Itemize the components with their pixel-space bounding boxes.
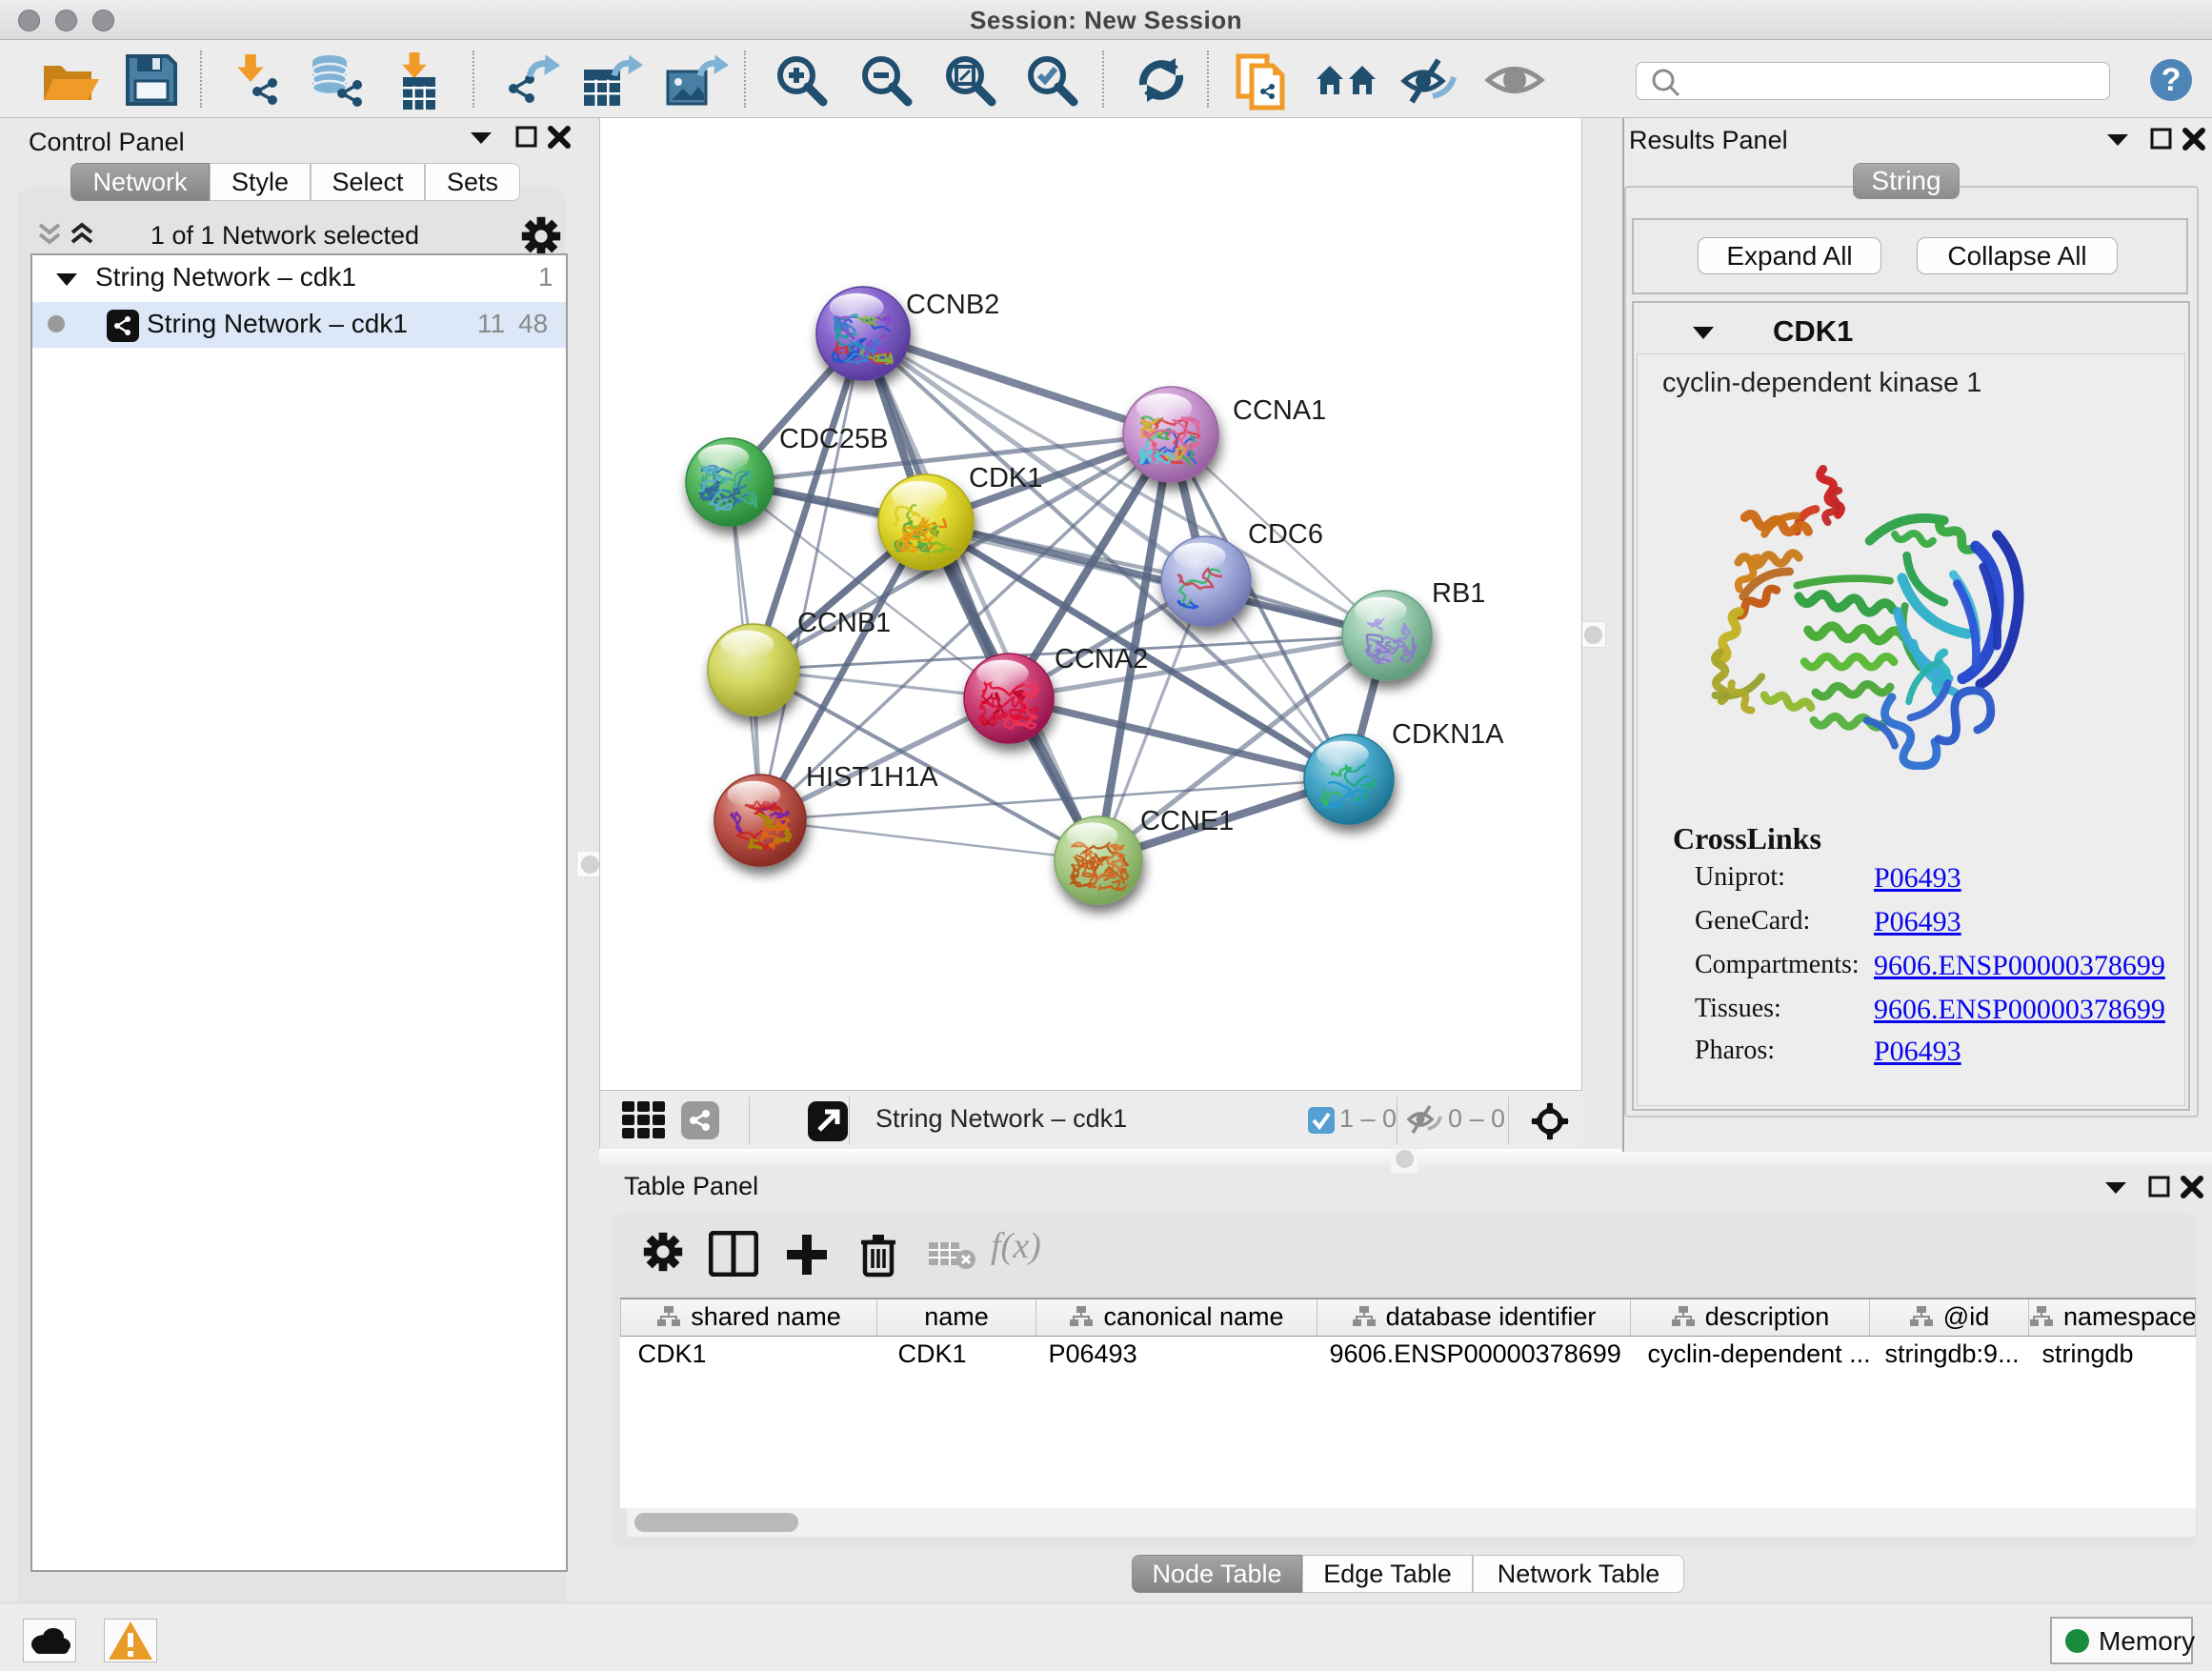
svg-text:CDK1: CDK1 [969,463,1042,493]
svg-text:RB1: RB1 [1432,578,1485,609]
svg-text:CCNA2: CCNA2 [1055,644,1148,674]
svg-text:CCNE1: CCNE1 [1140,806,1234,836]
svg-text:CDC6: CDC6 [1248,519,1323,550]
svg-text:CCNB2: CCNB2 [906,290,999,320]
svg-text:CCNB1: CCNB1 [797,608,891,638]
svg-text:CCNA1: CCNA1 [1233,395,1326,426]
svg-text:HIST1H1A: HIST1H1A [806,762,938,793]
svg-text:?: ? [2162,62,2182,98]
svg-text:CDC25B: CDC25B [779,424,888,454]
svg-text:CDKN1A: CDKN1A [1392,719,1504,750]
